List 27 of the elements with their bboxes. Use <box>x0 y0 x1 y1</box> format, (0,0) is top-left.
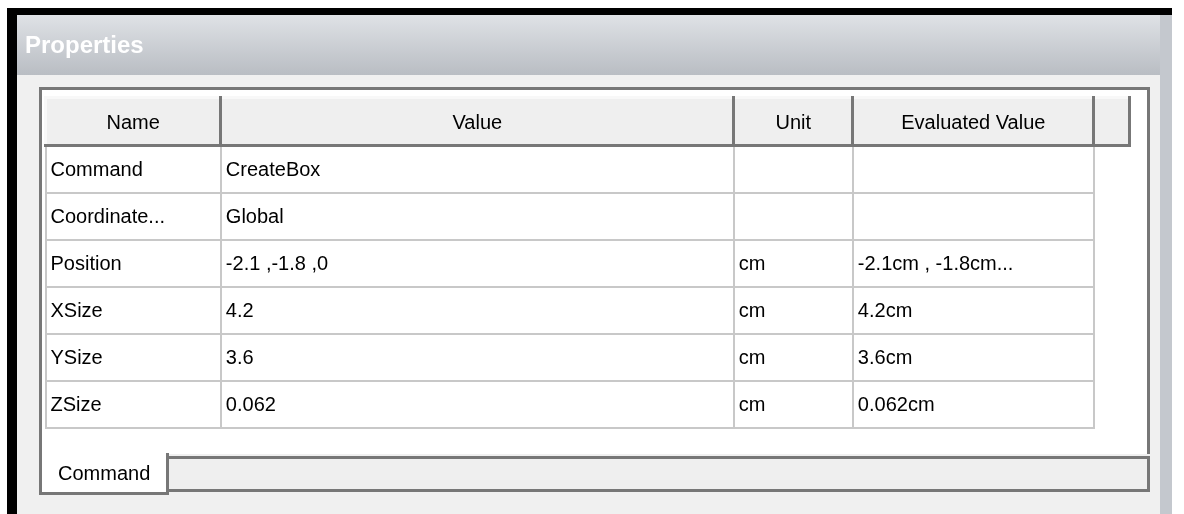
table-cell: -2.1cm , -1.8cm... <box>857 252 1014 274</box>
table-cell: 0.062cm <box>857 393 935 415</box>
tab[interactable]: Command <box>39 453 170 495</box>
table-cell: 3.6cm <box>857 346 913 368</box>
table-cell: Command <box>50 158 143 181</box>
window-title: Properties <box>25 30 144 60</box>
table-cell: Coordinate... <box>50 205 165 227</box>
table-cell: 0.062 <box>225 393 276 415</box>
table-cell: YSize <box>50 346 103 368</box>
column-header[interactable]: Value <box>220 97 734 146</box>
table-cell: Global <box>225 205 284 227</box>
column-header <box>1093 97 1130 146</box>
table-cell: -2.1 ,-1.8 ,0 <box>225 252 329 274</box>
table-cell: cm <box>738 393 766 415</box>
table-cell: 3.6 <box>225 346 254 368</box>
table-cell: cm <box>738 252 766 274</box>
column-header[interactable]: Name <box>45 97 221 146</box>
column-header[interactable]: Evaluated Value <box>852 97 1094 146</box>
column-header[interactable]: Unit <box>733 97 853 146</box>
table-cell: Position <box>50 252 122 274</box>
table-cell: XSize <box>50 299 103 321</box>
table-cell: ZSize <box>50 393 102 415</box>
table-cell: 4.2cm <box>857 299 913 321</box>
table-cell: CreateBox <box>225 158 321 181</box>
table-cell: cm <box>738 346 766 368</box>
table-cell: 4.2 <box>225 299 254 321</box>
table-cell: cm <box>738 299 766 321</box>
